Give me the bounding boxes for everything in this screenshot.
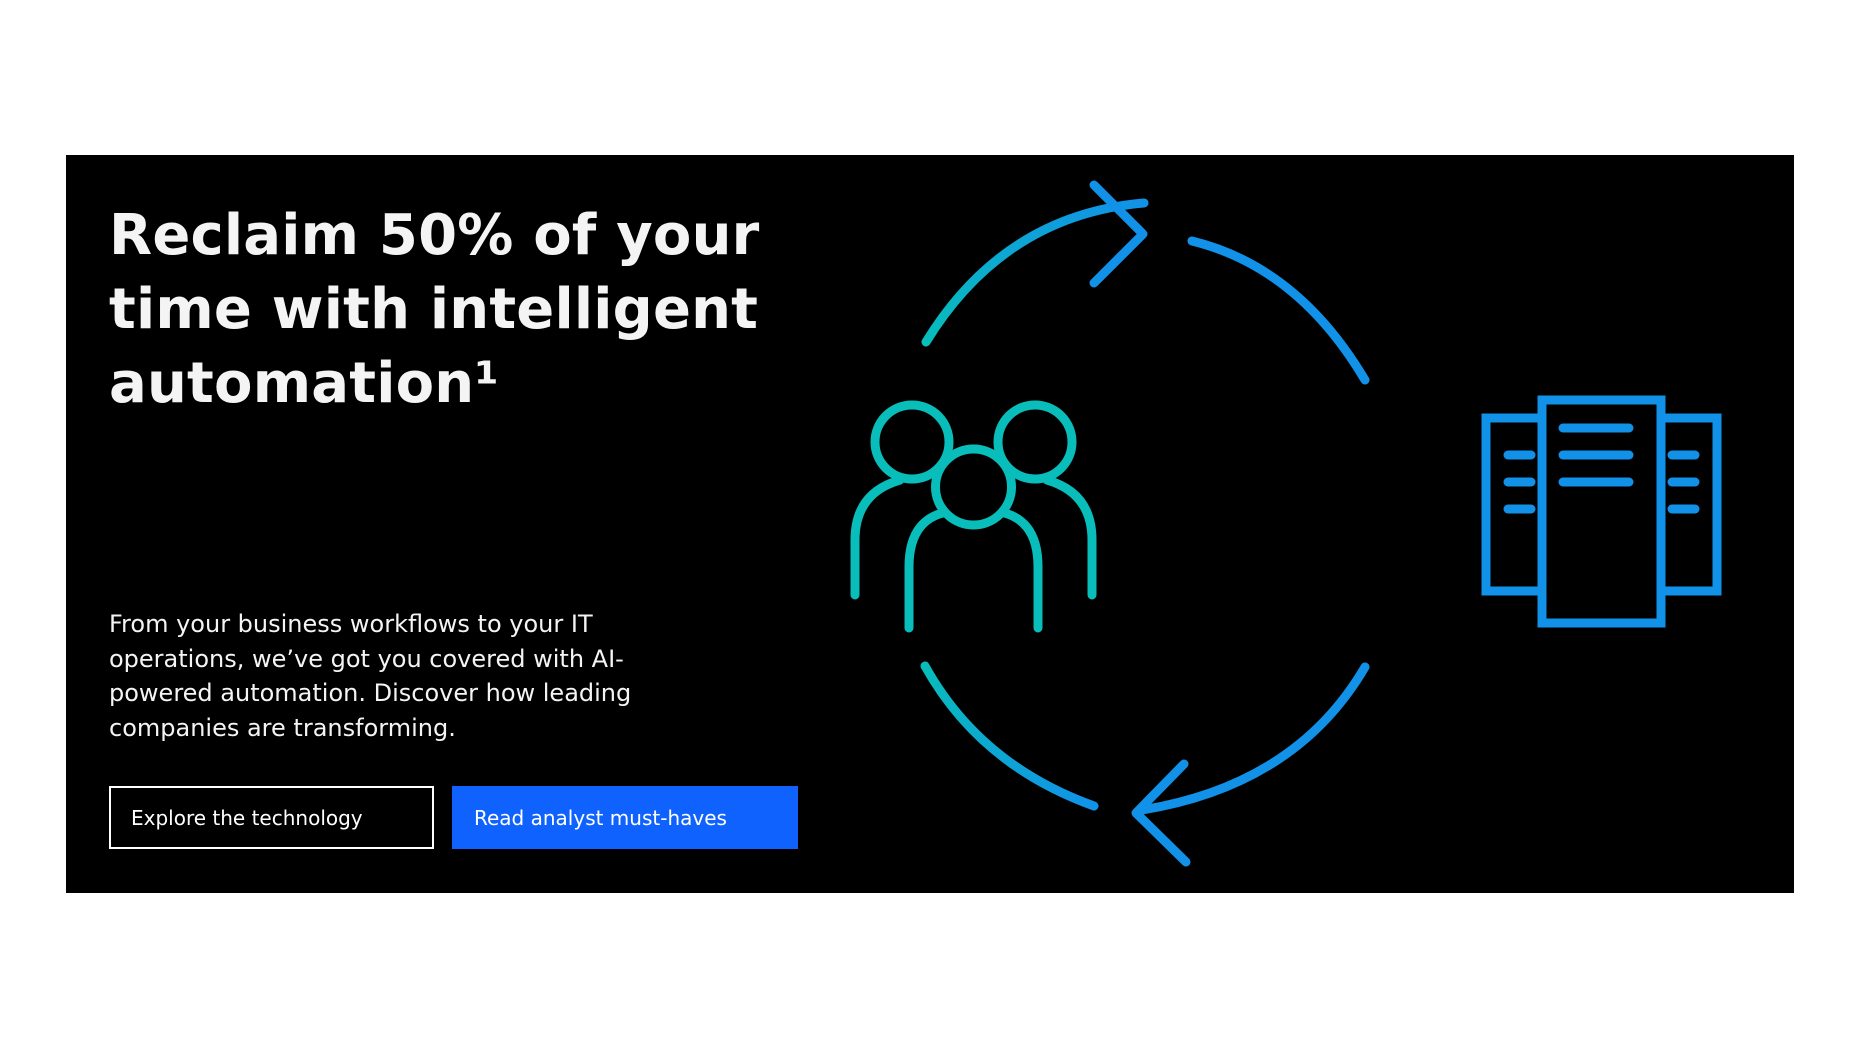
- read-analyst-label: Read analyst must-haves: [474, 805, 727, 830]
- automation-illustration: [850, 180, 1722, 867]
- bottom-right-arc: [1137, 662, 1370, 815]
- people-group-icon: [850, 400, 1097, 633]
- hero-headline: Reclaim 50% of your time with intelligen…: [109, 203, 760, 416]
- hero-description: From your business workflows to your IT …: [109, 610, 632, 742]
- bottom-left-arc: [920, 661, 1099, 811]
- explore-technology-button[interactable]: Explore the technology: [109, 786, 434, 849]
- documents-icon: [1481, 395, 1722, 628]
- top-arc: [921, 198, 1149, 347]
- explore-technology-label: Explore the technology: [131, 805, 363, 830]
- hero-banner: Reclaim 50% of your time with intelligen…: [66, 155, 1794, 893]
- right-arc: [1187, 236, 1370, 385]
- page: Reclaim 50% of your time with intelligen…: [0, 0, 1856, 1044]
- read-analyst-button[interactable]: Read analyst must-haves: [452, 786, 798, 849]
